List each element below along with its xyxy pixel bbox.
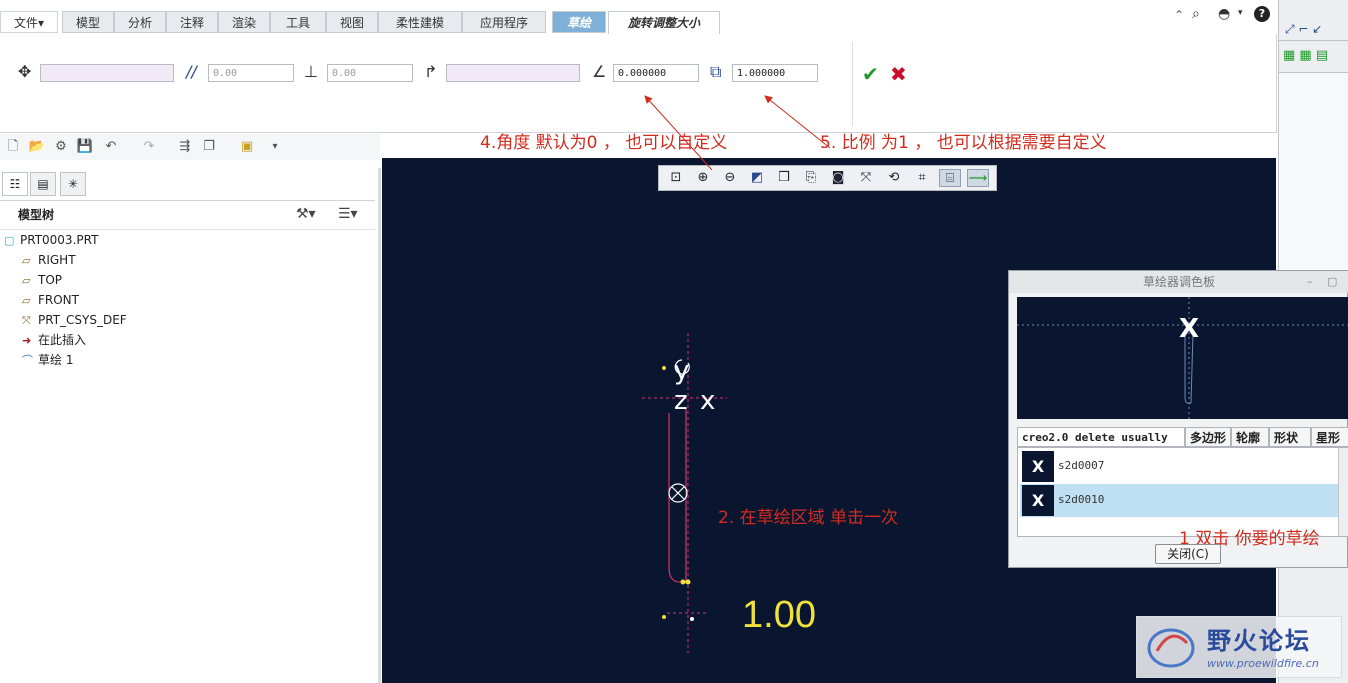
svg-text:X: X bbox=[1179, 314, 1199, 344]
annotation-click-canvas: 2. 在草绘区域 单击一次 bbox=[718, 508, 899, 528]
sketch-thumbnail-icon: X bbox=[1022, 451, 1054, 482]
palette-tab-polygon[interactable]: 多边形 bbox=[1185, 427, 1231, 447]
watermark-logo-icon bbox=[1147, 628, 1195, 668]
palette-title: 草绘器调色板 bbox=[1009, 271, 1348, 293]
close-button[interactable]: 关闭(C) bbox=[1155, 544, 1221, 564]
annotation-angle: 4.角度 默认为0 ， 也可以自定义 bbox=[480, 133, 728, 153]
sketch-palette-dialog: 草绘器调色板 – ▢ X creo2.0 delete usually 多边形 … bbox=[1008, 270, 1348, 568]
forum-watermark: 野火论坛 www.proewildfire.cn bbox=[1136, 616, 1342, 678]
annotation-scale: 5. 比例 为1 ， 也可以根据需要自定义 bbox=[820, 133, 1107, 153]
palette-item-s2d0007[interactable]: X s2d0007 bbox=[1020, 450, 1338, 483]
watermark-title: 野火论坛 bbox=[1207, 627, 1311, 655]
sketch-thumbnail-icon: X bbox=[1022, 485, 1054, 516]
palette-item-s2d0010[interactable]: X s2d0010 bbox=[1020, 484, 1338, 517]
palette-scrollbar[interactable] bbox=[1338, 448, 1348, 536]
palette-tab-profile[interactable]: 轮廓 bbox=[1231, 427, 1269, 447]
palette-tab-shape[interactable]: 形状 bbox=[1269, 427, 1311, 447]
palette-tool-icon[interactable]: ▦ ▦ ▤ bbox=[1283, 48, 1328, 63]
watermark-url: www.proewildfire.cn bbox=[1207, 657, 1319, 670]
maximize-icon[interactable]: ▢ bbox=[1327, 275, 1337, 288]
sketch-tools-icon[interactable]: ⤢ ⌐ ↙ bbox=[1285, 22, 1322, 37]
palette-preview: X bbox=[1017, 297, 1348, 419]
minimize-icon[interactable]: – bbox=[1307, 275, 1313, 288]
palette-tab-custom[interactable]: creo2.0 delete usually bbox=[1017, 427, 1185, 447]
palette-tab-star[interactable]: 星形 bbox=[1311, 427, 1348, 447]
